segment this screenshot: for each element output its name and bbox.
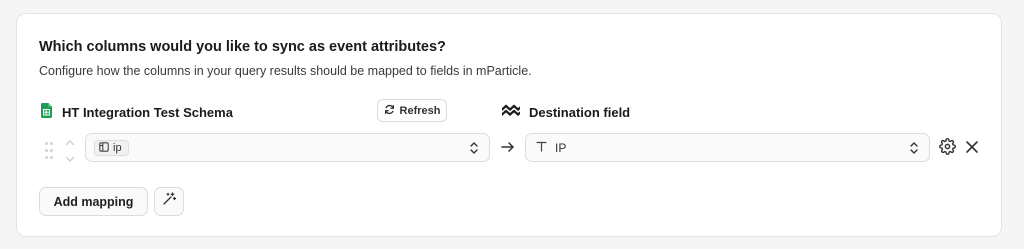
gear-icon[interactable]	[939, 138, 956, 155]
auto-map-button[interactable]	[154, 187, 184, 216]
source-header: HT Integration Test Schema	[41, 103, 233, 121]
add-mapping-button[interactable]: Add mapping	[39, 187, 148, 216]
source-column-value: ip	[113, 142, 122, 154]
refresh-icon	[384, 104, 395, 118]
destination-label: Destination field	[529, 104, 631, 120]
section-subtitle: Configure how the columns in your query …	[39, 64, 532, 78]
destination-header: Destination field	[501, 103, 630, 121]
text-type-icon	[536, 141, 547, 155]
chevron-updown-icon	[469, 141, 479, 155]
mapping-row-controls	[45, 138, 81, 164]
arrow-right-icon	[500, 140, 516, 154]
destination-field-select[interactable]: IP	[525, 133, 930, 162]
source-column-select[interactable]: ip	[85, 133, 490, 162]
section-title: Which columns would you like to sync as …	[39, 39, 446, 55]
drag-handle-icon[interactable]	[45, 142, 53, 160]
mparticle-logo-icon	[501, 104, 521, 121]
reorder-arrows-icon[interactable]	[64, 138, 76, 164]
chevron-updown-icon	[909, 141, 919, 155]
table-column-icon	[99, 141, 109, 155]
google-sheets-icon	[41, 103, 52, 121]
refresh-button[interactable]: Refresh	[377, 99, 447, 122]
close-icon[interactable]	[965, 140, 979, 154]
source-name: HT Integration Test Schema	[62, 104, 233, 120]
magic-wand-icon	[162, 192, 177, 211]
destination-field-value: IP	[555, 141, 567, 155]
source-column-chip: ip	[94, 140, 129, 156]
destination-field-value-wrap: IP	[536, 141, 566, 155]
refresh-label: Refresh	[399, 104, 441, 117]
column-mapping-card: Which columns would you like to sync as …	[16, 13, 1002, 237]
